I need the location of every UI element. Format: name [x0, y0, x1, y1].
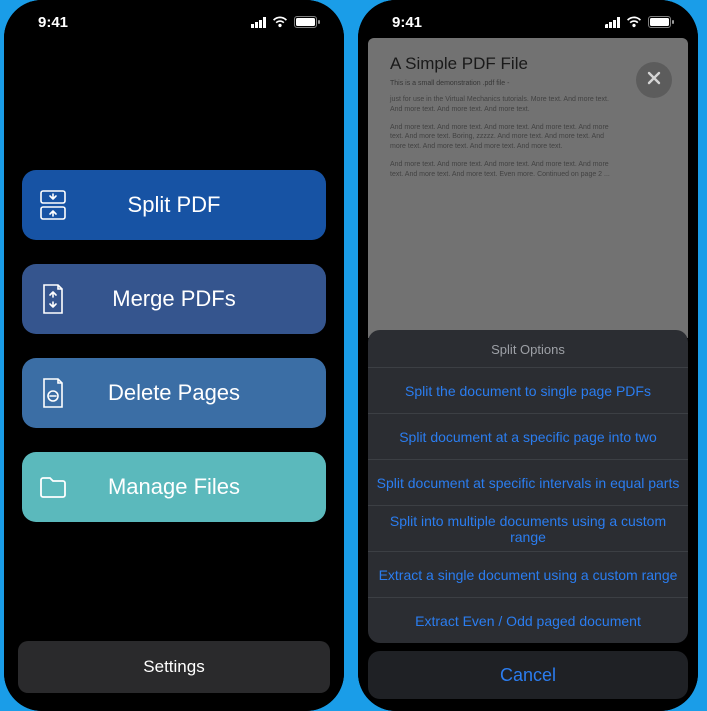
manage-files-label: Manage Files — [70, 474, 312, 500]
close-button[interactable] — [636, 62, 672, 98]
cellular-icon — [251, 17, 266, 28]
settings-label: Settings — [143, 657, 204, 677]
delete-pages-icon — [36, 377, 70, 409]
wifi-icon — [272, 16, 288, 28]
split-option-single-pages[interactable]: Split the document to single page PDFs — [368, 367, 688, 413]
status-time: 9:41 — [38, 14, 68, 31]
sheet-group: Split Options Split the document to sing… — [368, 330, 688, 643]
preview-screen: A Simple PDF File This is a small demons… — [358, 0, 698, 711]
split-pdf-button[interactable]: Split PDF — [22, 170, 326, 240]
status-time: 9:41 — [392, 14, 422, 31]
manage-files-button[interactable]: Manage Files — [22, 452, 326, 522]
delete-pages-button[interactable]: Delete Pages — [22, 358, 326, 428]
split-option-even-odd[interactable]: Extract Even / Odd paged document — [368, 597, 688, 643]
close-icon — [646, 69, 662, 92]
merge-pdfs-label: Merge PDFs — [70, 286, 312, 312]
phone-right: 9:41 A Simple PDF File This is a small d… — [358, 0, 698, 711]
cancel-label: Cancel — [500, 665, 556, 686]
merge-pdfs-button[interactable]: Merge PDFs — [22, 264, 326, 334]
delete-pages-label: Delete Pages — [70, 380, 312, 406]
split-option-custom-range-multi[interactable]: Split into multiple documents using a cu… — [368, 505, 688, 551]
main-menu: Split PDF Merge PDFs — [4, 0, 344, 522]
split-icon — [36, 189, 70, 221]
phone-left: 9:41 Split PDF — [4, 0, 344, 711]
sheet-title: Split Options — [368, 330, 688, 367]
notch — [99, 0, 249, 28]
split-option-at-page[interactable]: Split document at a specific page into t… — [368, 413, 688, 459]
status-icons — [251, 16, 320, 28]
split-option-custom-range-single[interactable]: Extract a single document using a custom… — [368, 551, 688, 597]
split-pdf-label: Split PDF — [70, 192, 312, 218]
settings-button[interactable]: Settings — [18, 641, 330, 693]
battery-icon — [294, 16, 320, 28]
status-icons — [605, 16, 674, 28]
folder-icon — [36, 474, 70, 500]
sheet-cancel-button[interactable]: Cancel — [368, 651, 688, 699]
notch — [446, 0, 611, 30]
merge-icon — [36, 283, 70, 315]
split-options-sheet: Split Options Split the document to sing… — [368, 330, 688, 699]
battery-icon — [648, 16, 674, 28]
split-option-intervals[interactable]: Split document at specific intervals in … — [368, 459, 688, 505]
home-screen: Split PDF Merge PDFs — [4, 0, 344, 711]
bottom-bar: Settings — [4, 641, 344, 711]
wifi-icon — [626, 16, 642, 28]
